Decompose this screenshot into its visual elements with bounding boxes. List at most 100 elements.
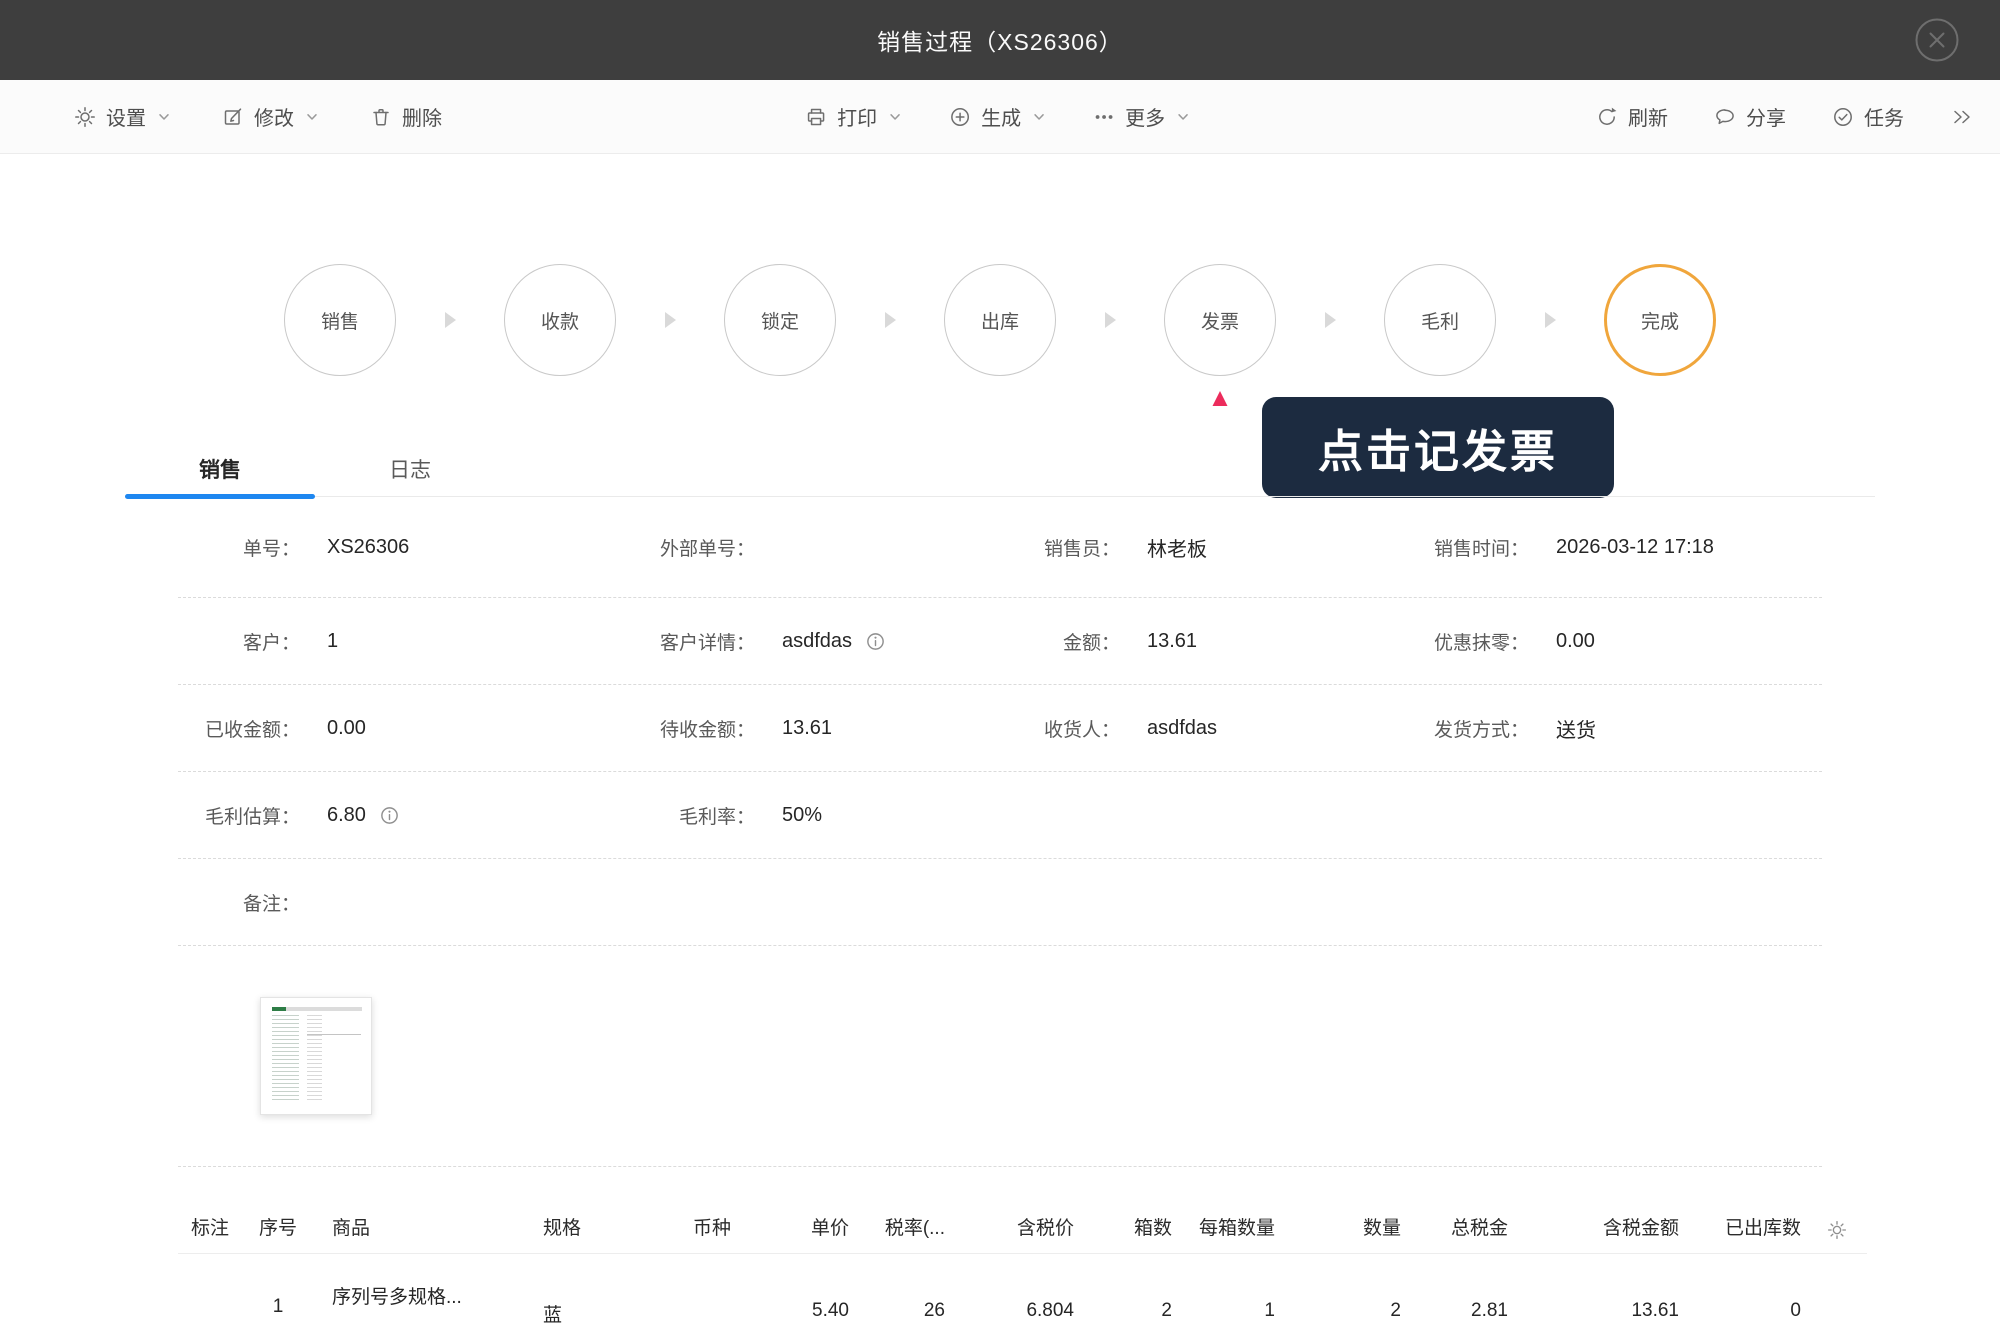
- refresh-label: 刷新: [1628, 108, 1668, 130]
- col-header-outbound-qty: 已出库数: [1724, 1218, 1801, 1239]
- field-value: 13.61: [782, 716, 833, 739]
- delete-button[interactable]: 删除: [370, 102, 442, 131]
- share-label: 分享: [1746, 108, 1786, 130]
- field-label: 金额：: [1062, 632, 1120, 654]
- field-value: 1: [327, 629, 339, 652]
- field-order-no: 单号： XS26306: [178, 534, 589, 561]
- col-header-boxes: 箱数: [1133, 1218, 1172, 1239]
- chevron-down-icon: [1175, 109, 1191, 125]
- flow-arrow-icon: [1276, 312, 1384, 328]
- tab-sale[interactable]: 销售: [125, 446, 315, 499]
- field-value: XS26306: [327, 535, 410, 558]
- col-header-seq: 序号: [258, 1218, 297, 1239]
- field-label: 毛利估算：: [204, 806, 300, 828]
- form-row: 单号： XS26306 外部单号： 销售员： 林老板 销售时间： 2026-03…: [178, 497, 1822, 598]
- thumbnail-lines: [307, 1015, 322, 1103]
- field-label: 单号：: [242, 538, 300, 560]
- items-table: 标注 序号 商品 规格 币种 单价 税率(... 含税价 箱数 每箱数量 数量 …: [178, 1206, 1867, 1328]
- flow-step-label: 锁定: [760, 311, 799, 333]
- cell-boxes: 2: [1161, 1300, 1172, 1321]
- cell-tax-incl-price: 6.804: [1026, 1300, 1074, 1321]
- flow-arrow-icon: [1056, 312, 1164, 328]
- window-title: 销售过程（XS26306）: [877, 29, 1123, 55]
- settings-label: 设置: [106, 108, 146, 130]
- field-label: 客户：: [242, 632, 300, 654]
- items-table-header: 标注 序号 商品 规格 币种 单价 税率(... 含税价 箱数 每箱数量 数量 …: [178, 1206, 1867, 1254]
- trash-icon: [370, 106, 392, 128]
- field-label: 客户详情：: [659, 632, 755, 654]
- field-gross-profit-estimate: 毛利估算： 6.80: [178, 802, 589, 829]
- printer-icon: [805, 106, 827, 128]
- field-received-amount: 已收金额： 0.00: [178, 715, 589, 742]
- field-label: 待收金额：: [659, 719, 755, 741]
- share-button[interactable]: 分享: [1714, 102, 1786, 131]
- flow-step-lock[interactable]: 锁定: [724, 264, 836, 376]
- field-customer: 客户： 1: [178, 628, 589, 655]
- cell-qty: 2: [1390, 1300, 1401, 1321]
- field-discount-rounding: 优惠抹零： 0.00: [1411, 628, 1822, 655]
- attachment-thumbnail[interactable]: [260, 997, 372, 1115]
- order-detail-form: 单号： XS26306 外部单号： 销售员： 林老板 销售时间： 2026-03…: [178, 497, 1822, 1167]
- flow-step-invoice[interactable]: 发票: [1164, 264, 1276, 376]
- flow-step-gross-profit[interactable]: 毛利: [1384, 264, 1496, 376]
- col-header-unit-price: 单价: [810, 1218, 849, 1239]
- col-header-tax-incl-price: 含税价: [1016, 1218, 1074, 1239]
- ellipsis-icon: [1093, 106, 1115, 128]
- generate-button[interactable]: 生成: [949, 102, 1047, 131]
- more-label: 更多: [1125, 108, 1166, 130]
- tab-log[interactable]: 日志: [315, 446, 505, 496]
- double-chevron-icon: [1950, 106, 1974, 128]
- expand-toolbar-button[interactable]: [1950, 106, 1974, 128]
- print-label: 打印: [837, 108, 878, 130]
- toolbar-center-group: 打印 生成 更多: [805, 102, 1191, 131]
- field-label: 已收金额：: [204, 719, 300, 741]
- info-icon[interactable]: [379, 805, 400, 826]
- print-button[interactable]: 打印: [805, 102, 903, 131]
- flow-step-sale[interactable]: 销售: [284, 264, 396, 376]
- flow-step-label: 毛利: [1420, 311, 1459, 333]
- titlebar: 销售过程（XS26306）: [0, 0, 2000, 80]
- flow-step-complete[interactable]: 完成: [1604, 264, 1716, 376]
- thumbnail-lines: [272, 1015, 299, 1103]
- flow-step-payment[interactable]: 收款: [504, 264, 616, 376]
- col-header-tax-rate: 税率(...: [884, 1218, 945, 1239]
- field-sale-time: 销售时间： 2026-03-12 17:18: [1411, 534, 1822, 561]
- task-button[interactable]: 任务: [1832, 102, 1904, 131]
- cell-tax-rate: 26: [923, 1300, 945, 1321]
- cell-seq: 1: [272, 1296, 284, 1317]
- chevron-down-icon: [304, 109, 320, 125]
- flow-step-label: 销售: [320, 311, 359, 333]
- gear-icon: [1827, 1220, 1847, 1240]
- flow-step-label: 收款: [540, 311, 579, 333]
- tab-label: 销售: [199, 459, 241, 482]
- table-row[interactable]: 1 序列号多规格... 蓝 5.40 26 6.804 2 1 2 2.81 1…: [178, 1254, 1867, 1328]
- form-row: 毛利估算： 6.80 毛利率： 50%: [178, 772, 1822, 859]
- form-row: 备注：: [178, 859, 1822, 946]
- cell-tax-incl-amount: 13.61: [1631, 1300, 1679, 1321]
- delete-label: 删除: [402, 108, 442, 130]
- close-button[interactable]: [1914, 17, 1960, 63]
- refresh-button[interactable]: 刷新: [1596, 102, 1668, 131]
- plus-circle-icon: [949, 106, 971, 128]
- comment-icon: [1714, 106, 1736, 128]
- flow-step-outbound[interactable]: 出库: [944, 264, 1056, 376]
- modify-button[interactable]: 修改: [222, 102, 320, 131]
- toolbar-right-group: 刷新 分享 任务: [1596, 102, 1974, 131]
- refresh-icon: [1596, 106, 1618, 128]
- field-label: 备注：: [242, 893, 300, 915]
- cell-outbound-qty: 0: [1790, 1300, 1801, 1321]
- field-label: 收货人：: [1043, 719, 1120, 741]
- more-button[interactable]: 更多: [1093, 102, 1191, 131]
- info-icon[interactable]: [865, 631, 886, 652]
- settings-button[interactable]: 设置: [74, 102, 172, 131]
- col-header-product: 商品: [332, 1218, 371, 1239]
- form-row: 已收金额： 0.00 待收金额： 13.61 收货人： asdfdas 发货方式…: [178, 685, 1822, 772]
- field-value: 0.00: [1556, 629, 1595, 652]
- field-amount: 金额： 13.61: [1000, 628, 1411, 655]
- cell-mark: [178, 1254, 242, 1300]
- chevron-down-icon: [156, 109, 172, 125]
- col-header-currency: 币种: [692, 1218, 731, 1239]
- column-settings-button[interactable]: [1807, 1220, 1867, 1240]
- toolbar: 设置 修改 删除 打印 生成 更多 刷新 分享 任务: [0, 80, 2000, 154]
- check-circle-icon: [1832, 106, 1854, 128]
